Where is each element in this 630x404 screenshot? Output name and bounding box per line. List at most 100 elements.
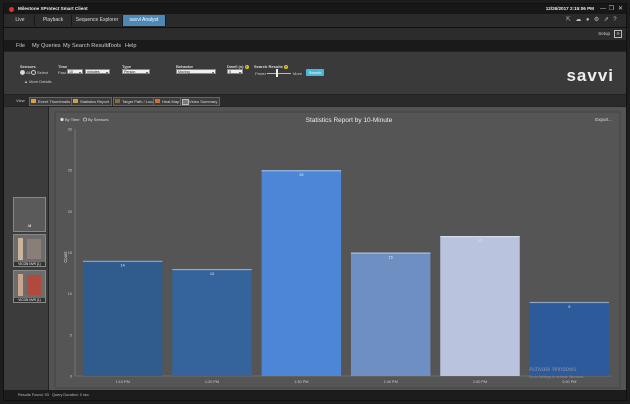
chart-bar-highlight xyxy=(82,260,163,262)
x-tick-label: 1:10 PM xyxy=(116,380,130,384)
setup-bar: Setup ⚙ xyxy=(4,28,626,41)
video-summary-button[interactable]: Video Summary xyxy=(180,97,221,106)
chart-bar[interactable] xyxy=(529,301,610,376)
chart-bar-highlight xyxy=(529,301,610,304)
video-icon xyxy=(182,99,189,105)
setup-button[interactable]: Setup xyxy=(598,31,610,36)
statistics-chart: By Time By Sensors Statistics Report by … xyxy=(54,111,621,389)
x-tick-label: 1:50 PM xyxy=(473,380,487,384)
tab-bar: Live Playback Sequence Explorer savvi An… xyxy=(4,14,626,28)
chart-bar[interactable] xyxy=(261,170,342,376)
results-found: Results Found: 93 xyxy=(18,393,49,397)
chart-bar[interactable] xyxy=(82,260,163,376)
toolbar-icons[interactable]: ⇱ ☁ ● ⚙ ⇗ ? xyxy=(566,16,618,23)
chart-bar[interactable] xyxy=(350,252,431,377)
sensor-panel: All VICON NVR (1) VICON NVR (1) xyxy=(4,107,49,390)
minimize-icon[interactable]: — xyxy=(600,4,606,14)
view-label: View xyxy=(16,98,25,103)
bar-value-label: 17 xyxy=(478,239,482,243)
time-label: Time xyxy=(58,64,68,69)
menu-file[interactable]: File xyxy=(16,41,25,51)
y-tick-label: 20 xyxy=(68,210,72,214)
by-sensors-label: By Sensors xyxy=(88,117,108,122)
tab-playback[interactable]: Playback xyxy=(35,15,72,26)
time-value-input[interactable]: 10 xyxy=(67,69,83,75)
view-bar: View Event Thumbnails Statistics Report … xyxy=(4,95,626,106)
heat-map-button[interactable]: Heat Map xyxy=(153,97,183,106)
menu-my-queries[interactable]: My Queries xyxy=(32,41,61,51)
chart-title: Statistics Report by 10-Minute xyxy=(306,117,393,124)
time-prefix: Past xyxy=(58,70,67,75)
time-unit-select[interactable]: minutes xyxy=(85,69,110,75)
sensor-tile[interactable]: VICON NVR (1) xyxy=(13,234,46,267)
more-details-toggle[interactable]: ▲ More Details xyxy=(24,79,52,84)
menu-my-search-results[interactable]: My Search Results xyxy=(63,41,110,51)
tab-savvi-analyst[interactable]: savvi Analyst xyxy=(123,15,166,26)
search-filters: Sensors All Select ▲ More Details Time P… xyxy=(4,52,626,95)
title-bar: Milestone XProtect Smart Client 12/26/20… xyxy=(4,4,626,14)
camera-scene-door xyxy=(27,239,41,259)
camera-scene-door xyxy=(27,275,41,295)
statistics-report-button[interactable]: Statistics Report xyxy=(71,97,113,106)
dwell-input[interactable]: 0 xyxy=(227,69,243,75)
x-tick-label: 2:00 PM xyxy=(562,380,576,384)
by-time-label: By Time xyxy=(65,117,80,122)
savvi-logo: savvi xyxy=(566,66,614,85)
tab-live[interactable]: Live xyxy=(6,15,35,26)
restore-icon[interactable]: ❐ xyxy=(609,4,614,14)
type-select[interactable]: Person xyxy=(122,69,150,75)
fewer-label: Fewer xyxy=(255,71,267,76)
statistics-chart-panel: By Time By Sensors Statistics Report by … xyxy=(49,107,626,390)
app-window: Milestone XProtect Smart Client 12/26/20… xyxy=(3,3,627,401)
sensor-tile-label: VICON NVR (1) xyxy=(14,262,45,266)
event-thumbnails-button[interactable]: Event Thumbnails xyxy=(29,97,73,106)
bar-value-label: 9 xyxy=(568,305,570,309)
menu-tools[interactable]: Tools xyxy=(108,41,121,51)
sensors-all-radio[interactable]: All xyxy=(20,70,30,76)
window-title: Milestone XProtect Smart Client xyxy=(18,6,88,11)
report-icon xyxy=(73,99,78,103)
chart-bar[interactable] xyxy=(172,268,252,376)
chart-bar[interactable] xyxy=(440,236,520,376)
activate-windows-watermark: Activate Windows xyxy=(529,367,576,373)
y-tick-label: 10 xyxy=(68,292,72,296)
results-slider-track[interactable] xyxy=(267,73,291,74)
chart-bar-highlight xyxy=(172,268,252,271)
settings-icon[interactable]: ⚙ xyxy=(614,30,622,38)
more-label: More xyxy=(293,71,303,76)
export-button[interactable]: Export... xyxy=(595,117,612,122)
heatmap-icon xyxy=(155,99,160,103)
bar-value-label: 15 xyxy=(389,256,393,260)
sensor-tile-label: VICON NVR (1) xyxy=(14,298,45,302)
path-icon xyxy=(115,99,120,103)
by-time-radio[interactable] xyxy=(60,117,64,122)
y-tick-label: 15 xyxy=(68,251,72,255)
bar-value-label: 13 xyxy=(210,272,214,276)
chart-bar-highlight xyxy=(440,236,520,238)
bar-value-label: 14 xyxy=(121,264,125,268)
x-tick-label: 1:30 PM xyxy=(294,380,308,384)
query-duration: Query Duration: 0 sec xyxy=(52,393,89,397)
app-logo-icon xyxy=(9,7,14,12)
x-tick-label: 1:20 PM xyxy=(205,380,219,384)
activate-windows-subtext: Go to Settings to activate Windows. xyxy=(529,375,584,379)
y-tick-label: 0 xyxy=(70,375,72,379)
sensors-select-radio[interactable]: Select xyxy=(31,70,48,76)
close-icon[interactable]: ✕ xyxy=(618,4,623,14)
y-tick-label: 30 xyxy=(68,128,72,132)
y-tick-label: 25 xyxy=(68,169,72,173)
search-button[interactable]: Search xyxy=(306,69,324,76)
tab-sequence-explorer[interactable]: Sequence Explorer xyxy=(72,15,123,26)
camera-scene xyxy=(18,238,23,260)
sensor-tile[interactable]: VICON NVR (1) xyxy=(13,270,46,303)
dwell-help-icon[interactable]: ? xyxy=(244,65,249,69)
menu-help[interactable]: Help xyxy=(125,41,137,51)
camera-scene xyxy=(18,274,23,296)
sensor-all-tile[interactable]: All xyxy=(13,197,46,232)
search-results-label: Search Results ? xyxy=(254,64,289,69)
behavior-select[interactable]: Moving xyxy=(176,69,216,75)
results-slider-thumb[interactable] xyxy=(276,69,278,77)
status-bar: Results Found: 93 Query Duration: 0 sec xyxy=(4,390,626,400)
thumbnails-icon xyxy=(31,99,36,103)
search-results-help-icon[interactable]: ? xyxy=(284,65,289,69)
